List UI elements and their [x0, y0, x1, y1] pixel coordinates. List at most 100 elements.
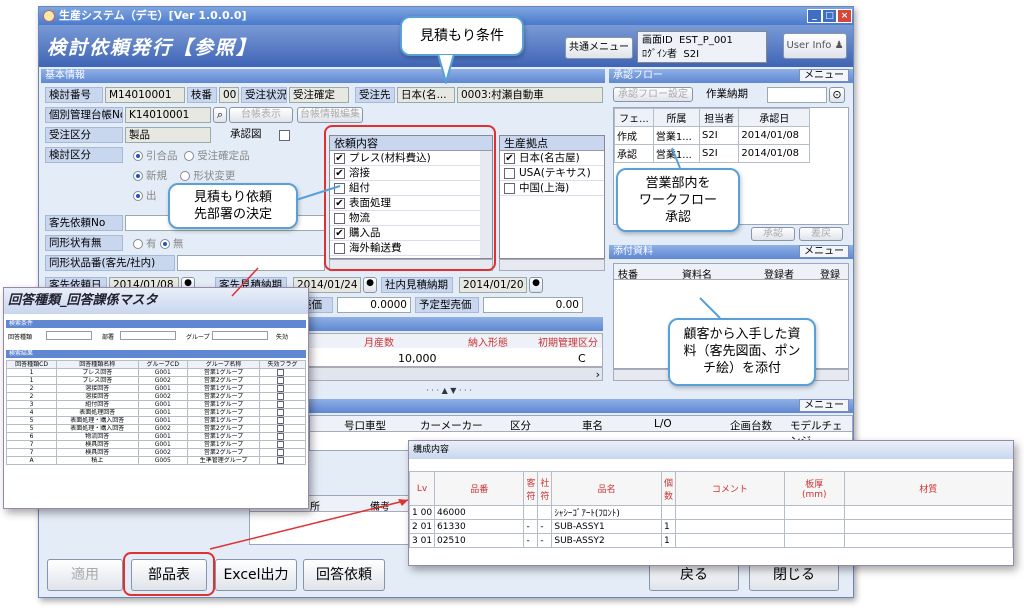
order-type-select[interactable]: 製品 [125, 127, 211, 143]
table-cell [674, 505, 785, 520]
table-row[interactable]: 1 プレス回答 G002 営業2グループ [5, 376, 306, 385]
user-info-label: User Info [786, 40, 832, 51]
calendar-icon[interactable]: ● [363, 277, 377, 293]
approval-menu-button[interactable]: メニュー [799, 69, 849, 82]
splitter-handle[interactable]: · · · ▲ ▼ · · · [399, 387, 499, 395]
expire-flag-checkbox[interactable] [277, 409, 285, 416]
master-filter-3-select[interactable] [212, 331, 268, 340]
production-site-item[interactable]: ✔ 日本(名古屋) [500, 151, 604, 166]
table-header-cell: 所属 [652, 108, 700, 127]
customer-country-select[interactable]: 日本(名... [397, 87, 455, 103]
table-row[interactable]: 7 検具回答 G002 営業2グループ [5, 448, 306, 457]
table-cell: SUB-ASSY1 [551, 519, 662, 534]
table-cell: 2 01 [408, 519, 436, 534]
expire-flag-checkbox[interactable] [277, 433, 285, 440]
table-row[interactable]: 1 00 46000 ｼｬｼｰｺﾞｱｰﾄ(ﾌﾛﾝﾄ) [408, 505, 1014, 520]
table-cell: 2 [5, 384, 58, 393]
calendar-icon[interactable]: ● [529, 277, 543, 293]
user-info-button[interactable]: User Info ♟ [783, 33, 847, 59]
screen-id: EST_P_001 [679, 35, 733, 46]
production-site-checkbox[interactable] [504, 167, 515, 179]
master-filter-3: グループ [186, 334, 210, 341]
production-site-checkbox[interactable]: ✔ [504, 152, 515, 164]
table-cell: G001 [137, 400, 189, 409]
ledger-show-button[interactable]: 台帳表示 [229, 107, 293, 123]
radio-new-label: 新規 [146, 170, 167, 182]
expire-flag-checkbox[interactable] [277, 441, 285, 448]
expire-flag-cell [259, 416, 306, 425]
master-filter-1-select[interactable] [46, 331, 92, 340]
expire-flag-checkbox[interactable] [277, 385, 285, 392]
production-site-checkbox[interactable] [504, 182, 515, 194]
table-row[interactable]: 承認 営業1... S2I 2014/01/08 [614, 144, 810, 163]
approval-drawing-checkbox[interactable] [279, 129, 290, 141]
radio-have[interactable] [133, 239, 143, 249]
table-row[interactable]: 2 01 61330- - SUB-ASSY1 1 [408, 519, 1014, 534]
table-cell: 2014/01/08 [738, 126, 810, 145]
table-header-row: フェ... 所属 担当者 承認日 [614, 108, 810, 127]
maximize-button[interactable]: □ [822, 9, 837, 23]
planned-price-field[interactable]: 0.00 [483, 297, 583, 313]
work-due-field[interactable] [767, 87, 827, 103]
excel-export-button[interactable]: Excel出力 [215, 559, 297, 591]
radio-shape-change[interactable] [180, 171, 191, 181]
cust-req-label: 客先依頼No [45, 215, 123, 231]
internal-due[interactable]: 2014/01/20 [459, 277, 527, 293]
shared-menu-button[interactable]: 共通メニュー [565, 37, 633, 59]
radio-out[interactable] [133, 191, 143, 201]
lower-menu-button[interactable]: メニュー [799, 399, 849, 412]
table-row[interactable]: A 積上 G005 生準管理グループ [5, 456, 306, 465]
table-header-cell: 個数 [660, 471, 676, 506]
same-shape-no-label: 同形状品番(客先/社内) [45, 255, 175, 271]
close-window-button[interactable]: × [837, 9, 852, 23]
answer-request-button[interactable]: 回答依頼 [303, 559, 385, 591]
table-row[interactable]: 7 検具回答 G001 営業1グループ [5, 440, 306, 449]
table-row[interactable]: 5 表面処理・購入回答 G002 営業2グループ [5, 424, 306, 433]
table-row[interactable]: 1 プレス回答 G001 営業1グループ [5, 368, 306, 377]
radio-inquiry[interactable] [133, 151, 143, 161]
ledger-search-icon[interactable]: ⌕ [213, 107, 227, 123]
table-row[interactable]: 3 組付回答 G001 営業1グループ [5, 400, 306, 409]
clock-icon[interactable]: ⊙ [829, 87, 845, 103]
expire-flag-checkbox[interactable] [277, 457, 285, 464]
production-hscroll[interactable] [499, 259, 605, 271]
table-row[interactable]: 6 物流回答 G001 営業1グループ [5, 432, 306, 441]
table-cell: G001 [137, 408, 189, 417]
master-filter-2-select[interactable] [120, 331, 176, 340]
production-site-item[interactable]: 中国(上海) [500, 181, 604, 196]
table-row[interactable]: 4 表面処理回答 G001 営業1グループ [5, 408, 306, 417]
table-cell: G002 [137, 376, 189, 385]
apply-button[interactable]: 適用 [47, 559, 123, 591]
attachments-menu-button[interactable]: メニュー [799, 245, 849, 258]
expire-flag-checkbox[interactable] [277, 393, 285, 400]
approve-button[interactable]: 承認 [751, 227, 795, 241]
ledger-edit-button[interactable]: 台帳情報編集 [297, 107, 363, 123]
approval-setting-button[interactable]: 承認フロー設定 [613, 87, 693, 102]
customer-label: 受注先 [355, 87, 395, 103]
expire-flag-checkbox[interactable] [277, 417, 285, 424]
same-shape-no-field[interactable] [177, 255, 325, 271]
table-row[interactable]: 作成 営業1... S2I 2014/01/08 [614, 126, 810, 145]
expire-flag-checkbox[interactable] [277, 425, 285, 432]
minimize-button[interactable]: _ [807, 9, 822, 23]
production-site-item[interactable]: USA(テキサス) [500, 166, 604, 181]
expire-flag-checkbox[interactable] [277, 449, 285, 456]
screen-info: 画面ID EST_P_001 ﾛｸﾞｲﾝ者 S2I [637, 31, 767, 63]
price-field[interactable]: 0.0000 [337, 297, 411, 313]
radio-confirmed[interactable] [184, 151, 195, 161]
expire-flag-checkbox[interactable] [277, 369, 285, 376]
reject-button[interactable]: 差戻 [799, 227, 843, 241]
horizontal-scrollbar[interactable]: › [297, 367, 603, 381]
table-row[interactable]: 2 溶接回答 G002 営業2グループ [5, 392, 306, 401]
table-row[interactable]: 3 01 02510- - SUB-ASSY2 1 [408, 533, 1014, 548]
customer-name-select[interactable]: 0003:村瀬自動車 [457, 87, 603, 103]
table-row[interactable]: 5 表面処理・購入回答 G001 営業1グループ [5, 416, 306, 425]
expire-flag-checkbox[interactable] [277, 377, 285, 384]
radio-none[interactable] [159, 239, 170, 249]
expire-flag-checkbox[interactable] [277, 401, 285, 408]
expire-flag-cell [259, 440, 306, 449]
table-row[interactable]: 2 溶接回答 G001 営業1グループ [5, 384, 306, 393]
radio-new[interactable] [133, 171, 143, 181]
table-header-cell: グループCD [137, 360, 189, 369]
table-cell [537, 505, 553, 520]
